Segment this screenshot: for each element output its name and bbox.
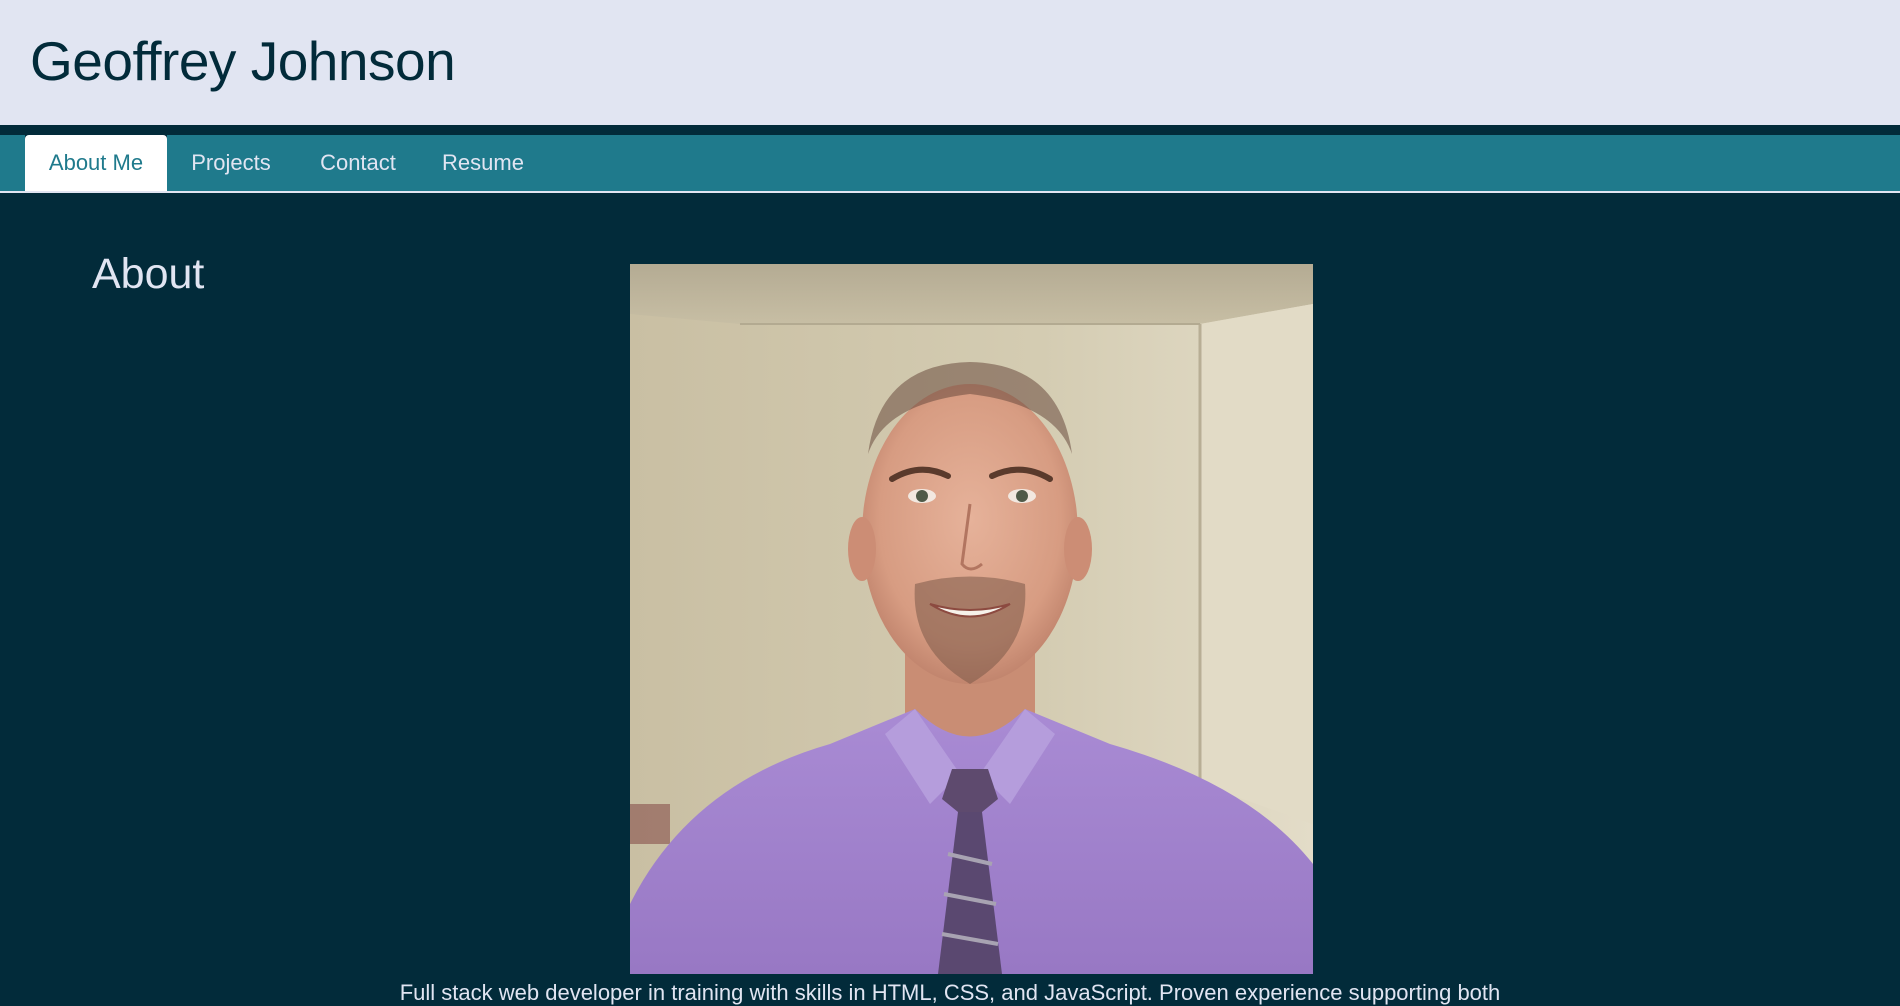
main-navigation: About Me Projects Contact Resume — [0, 125, 1900, 193]
profile-photo — [630, 264, 1313, 974]
nav-spacer — [0, 135, 25, 191]
site-header: Geoffrey Johnson — [0, 0, 1900, 125]
portrait-illustration — [630, 264, 1313, 974]
tab-about-me[interactable]: About Me — [25, 135, 167, 191]
site-title: Geoffrey Johnson — [30, 30, 456, 92]
section-heading-about: About — [92, 250, 205, 298]
nav-tabs: About Me Projects Contact Resume — [0, 135, 545, 191]
bio-paragraph: Full stack web developer in training wit… — [399, 980, 1501, 1005]
tab-resume[interactable]: Resume — [421, 135, 545, 191]
tab-contact[interactable]: Contact — [295, 135, 421, 191]
tab-projects[interactable]: Projects — [167, 135, 295, 191]
